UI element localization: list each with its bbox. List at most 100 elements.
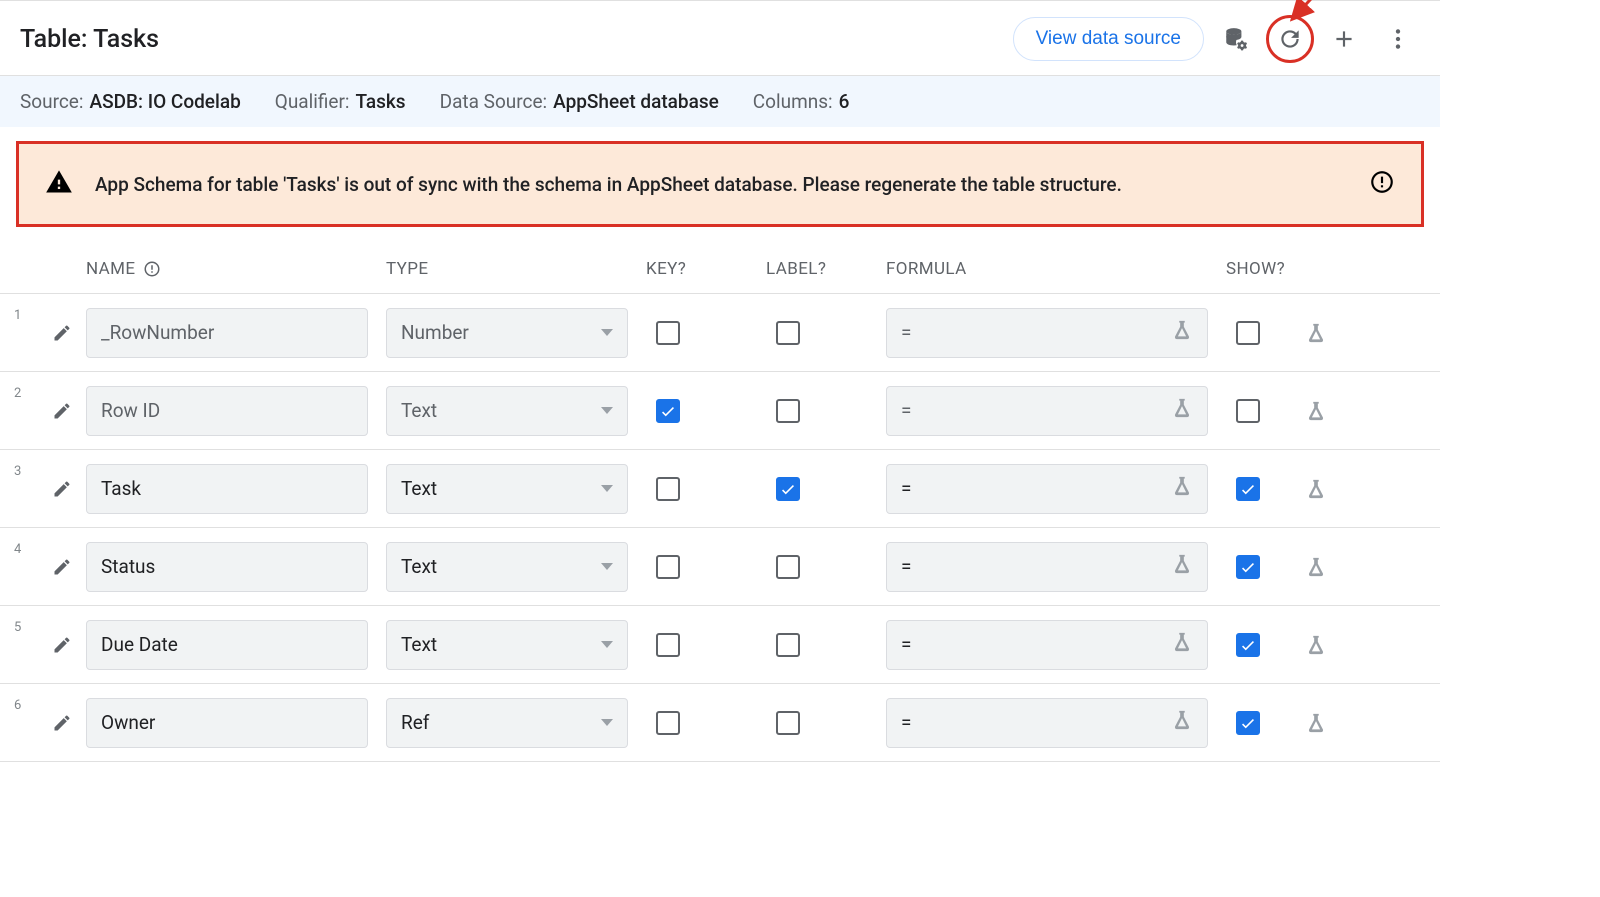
show-expression-button[interactable] xyxy=(1286,634,1346,656)
key-checkbox[interactable] xyxy=(656,477,680,501)
label-checkbox[interactable] xyxy=(776,633,800,657)
show-checkbox[interactable] xyxy=(1236,633,1260,657)
col-key-header: KEY? xyxy=(646,259,766,279)
formula-input[interactable]: = xyxy=(886,620,1208,670)
row-number: 5 xyxy=(14,618,38,635)
formula-input[interactable]: = xyxy=(886,542,1208,592)
table-header: Table: Tasks View data source xyxy=(0,0,1440,76)
show-checkbox[interactable] xyxy=(1236,399,1260,423)
col-show-header: SHOW? xyxy=(1226,259,1346,279)
columns-header-row: NAME TYPE KEY? LABEL? FORMULA SHOW? xyxy=(0,235,1440,294)
column-name-input[interactable]: Owner xyxy=(86,698,368,748)
key-checkbox[interactable] xyxy=(656,633,680,657)
column-row: 1 _RowNumber Number = xyxy=(0,294,1440,372)
source-label: Source: xyxy=(20,90,83,113)
source-value: ASDB: IO Codelab xyxy=(89,90,240,113)
show-expression-button[interactable] xyxy=(1286,556,1346,578)
warning-message: App Schema for table 'Tasks' is out of s… xyxy=(95,173,1369,196)
formula-input[interactable]: = xyxy=(886,308,1208,358)
key-checkbox[interactable] xyxy=(656,399,680,423)
columns-label: Columns: xyxy=(753,90,833,113)
view-data-source-button[interactable]: View data source xyxy=(1013,17,1204,61)
row-number: 3 xyxy=(14,462,38,479)
column-name-input[interactable]: _RowNumber xyxy=(86,308,368,358)
show-expression-button[interactable] xyxy=(1286,478,1346,500)
column-type-select[interactable]: Text xyxy=(386,620,628,670)
column-name-input[interactable]: Task xyxy=(86,464,368,514)
show-expression-button[interactable] xyxy=(1286,712,1346,734)
show-checkbox[interactable] xyxy=(1236,555,1260,579)
column-row: 3 Task Text = xyxy=(0,450,1440,528)
label-checkbox[interactable] xyxy=(776,321,800,345)
schema-warning-banner: App Schema for table 'Tasks' is out of s… xyxy=(16,141,1424,227)
column-type-select[interactable]: Number xyxy=(386,308,628,358)
warning-icon xyxy=(45,168,73,200)
show-checkbox[interactable] xyxy=(1236,477,1260,501)
page-title: Table: Tasks xyxy=(20,25,1013,54)
refresh-icon xyxy=(1277,26,1303,52)
flask-icon xyxy=(1171,709,1193,736)
more-vert-icon xyxy=(1385,26,1411,52)
columns-count: 6 xyxy=(839,90,850,113)
column-row: 6 Owner Ref = xyxy=(0,684,1440,762)
chevron-down-icon xyxy=(601,719,613,726)
edit-column-button[interactable] xyxy=(38,635,86,655)
add-button[interactable] xyxy=(1322,17,1366,61)
more-menu-button[interactable] xyxy=(1376,17,1420,61)
row-number: 4 xyxy=(14,540,38,557)
label-checkbox[interactable] xyxy=(776,711,800,735)
edit-column-button[interactable] xyxy=(38,323,86,343)
datasource-label: Data Source: xyxy=(440,90,548,113)
show-expression-button[interactable] xyxy=(1286,322,1346,344)
info-icon xyxy=(1369,169,1395,195)
show-expression-button[interactable] xyxy=(1286,400,1346,422)
column-type-select[interactable]: Text xyxy=(386,542,628,592)
flask-icon xyxy=(1171,475,1193,502)
col-name-header: NAME xyxy=(86,259,135,279)
plus-icon xyxy=(1331,26,1357,52)
row-number: 6 xyxy=(14,696,38,713)
edit-column-button[interactable] xyxy=(38,713,86,733)
qualifier-label: Qualifier: xyxy=(275,90,350,113)
row-number: 2 xyxy=(14,384,38,401)
key-checkbox[interactable] xyxy=(656,555,680,579)
key-checkbox[interactable] xyxy=(656,321,680,345)
chevron-down-icon xyxy=(601,641,613,648)
key-checkbox[interactable] xyxy=(656,711,680,735)
column-name-input[interactable]: Due Date xyxy=(86,620,368,670)
chevron-down-icon xyxy=(601,485,613,492)
info-icon xyxy=(143,260,161,278)
column-row: 5 Due Date Text = xyxy=(0,606,1440,684)
column-type-select[interactable]: Text xyxy=(386,464,628,514)
row-number: 1 xyxy=(14,306,38,323)
col-label-header: LABEL? xyxy=(766,259,886,279)
column-name-input[interactable]: Status xyxy=(86,542,368,592)
datasource-value: AppSheet database xyxy=(553,90,719,113)
edit-column-button[interactable] xyxy=(38,401,86,421)
chevron-down-icon xyxy=(601,329,613,336)
column-type-select[interactable]: Text xyxy=(386,386,628,436)
formula-input[interactable]: = xyxy=(886,464,1208,514)
label-checkbox[interactable] xyxy=(776,399,800,423)
edit-column-button[interactable] xyxy=(38,479,86,499)
chevron-down-icon xyxy=(601,563,613,570)
column-type-select[interactable]: Ref xyxy=(386,698,628,748)
regenerate-button[interactable] xyxy=(1268,17,1312,61)
flask-icon xyxy=(1171,631,1193,658)
chevron-down-icon xyxy=(601,407,613,414)
formula-input[interactable]: = xyxy=(886,698,1208,748)
data-settings-button[interactable] xyxy=(1214,17,1258,61)
column-row: 4 Status Text = xyxy=(0,528,1440,606)
formula-input[interactable]: = xyxy=(886,386,1208,436)
column-name-input[interactable]: Row ID xyxy=(86,386,368,436)
show-checkbox[interactable] xyxy=(1236,321,1260,345)
col-type-header: TYPE xyxy=(386,259,646,279)
show-checkbox[interactable] xyxy=(1236,711,1260,735)
edit-column-button[interactable] xyxy=(38,557,86,577)
label-checkbox[interactable] xyxy=(776,477,800,501)
flask-icon xyxy=(1171,553,1193,580)
database-gear-icon xyxy=(1223,26,1249,52)
label-checkbox[interactable] xyxy=(776,555,800,579)
warning-info-button[interactable] xyxy=(1369,169,1395,199)
column-row: 2 Row ID Text = xyxy=(0,372,1440,450)
